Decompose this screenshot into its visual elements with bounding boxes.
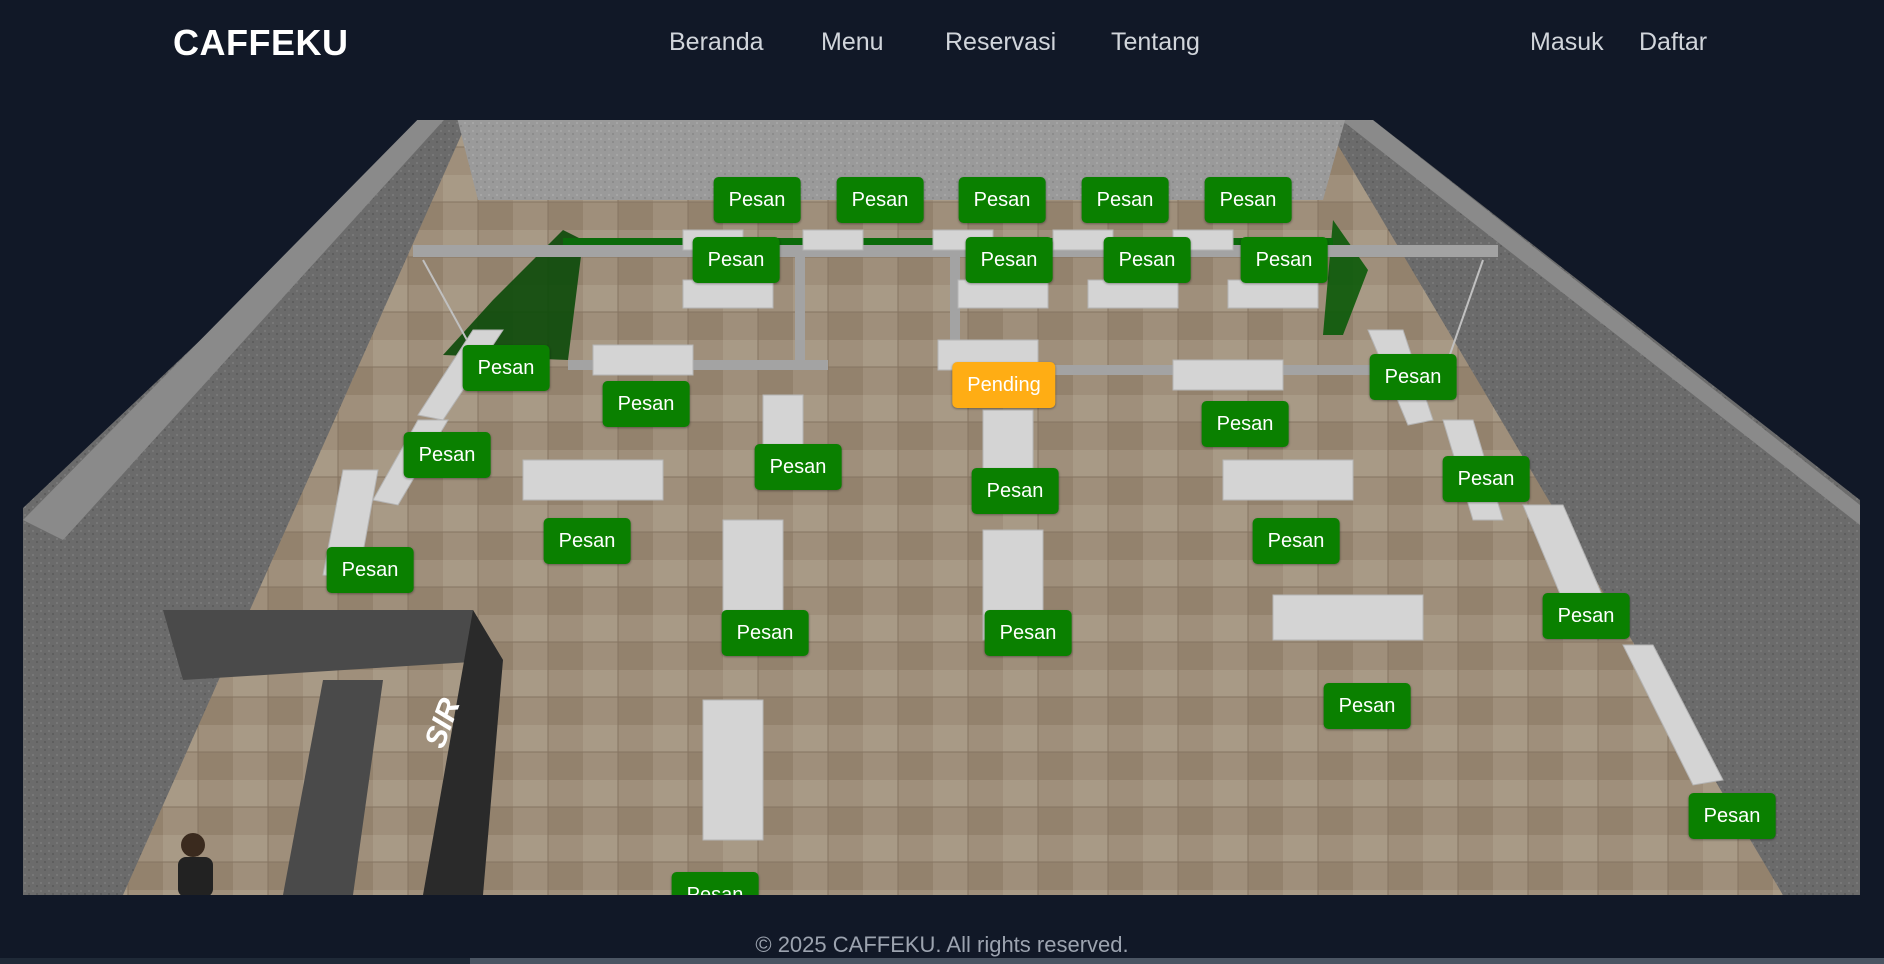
table-pin-25[interactable]: Pesan <box>1323 683 1411 729</box>
table-pin-22[interactable]: Pesan <box>721 610 809 656</box>
table-pin-10[interactable]: Pesan <box>462 345 550 391</box>
footer-copyright: © 2025 CAFFEKU. All rights reserved. <box>755 932 1129 957</box>
table-pin-15[interactable]: Pesan <box>403 432 491 478</box>
table-pin-17[interactable]: Pesan <box>971 468 1059 514</box>
table-pin-5[interactable]: Pesan <box>1204 177 1292 223</box>
login-link[interactable]: Masuk <box>1530 28 1604 57</box>
table-pin-20[interactable]: Pesan <box>1252 518 1340 564</box>
table-pin-18[interactable]: Pesan <box>1442 456 1530 502</box>
cafe-floor-plan-3d[interactable]: SIR Pesan Pesan Pesan Pesan Pesan Pesan … <box>23 120 1860 895</box>
table-pin-11-pending[interactable]: Pending <box>952 362 1056 408</box>
nav-link-menu[interactable]: Menu <box>821 28 884 57</box>
table-pin-7[interactable]: Pesan <box>965 237 1053 283</box>
nav-link-beranda[interactable]: Beranda <box>669 28 764 57</box>
horizontal-scrollbar-thumb[interactable] <box>0 958 470 964</box>
table-pin-2[interactable]: Pesan <box>836 177 924 223</box>
table-pin-26[interactable]: Pesan <box>1688 793 1776 839</box>
table-pin-23[interactable]: Pesan <box>984 610 1072 656</box>
table-pin-3[interactable]: Pesan <box>958 177 1046 223</box>
table-pin-8[interactable]: Pesan <box>1103 237 1191 283</box>
floor-scene-graphic: SIR <box>23 120 1860 895</box>
table-pin-21[interactable]: Pesan <box>326 547 414 593</box>
brand-logo[interactable]: CAFFEKU <box>173 22 348 64</box>
table-pin-24[interactable]: Pesan <box>1542 593 1630 639</box>
table-pin-14[interactable]: Pesan <box>1201 401 1289 447</box>
table-pin-12[interactable]: Pesan <box>1369 354 1457 400</box>
register-link[interactable]: Daftar <box>1639 28 1707 57</box>
table-pin-9[interactable]: Pesan <box>1240 237 1328 283</box>
navbar: CAFFEKU Beranda Menu Reservasi Tentang M… <box>0 0 1884 90</box>
table-pin-4[interactable]: Pesan <box>1081 177 1169 223</box>
table-pin-19[interactable]: Pesan <box>543 518 631 564</box>
table-pin-16[interactable]: Pesan <box>754 444 842 490</box>
table-pin-27[interactable]: Pesan <box>671 872 759 895</box>
table-pin-6[interactable]: Pesan <box>692 237 780 283</box>
nav-link-tentang[interactable]: Tentang <box>1111 28 1200 57</box>
table-pin-13[interactable]: Pesan <box>602 381 690 427</box>
table-pin-1[interactable]: Pesan <box>713 177 801 223</box>
nav-link-reservasi[interactable]: Reservasi <box>945 28 1056 57</box>
